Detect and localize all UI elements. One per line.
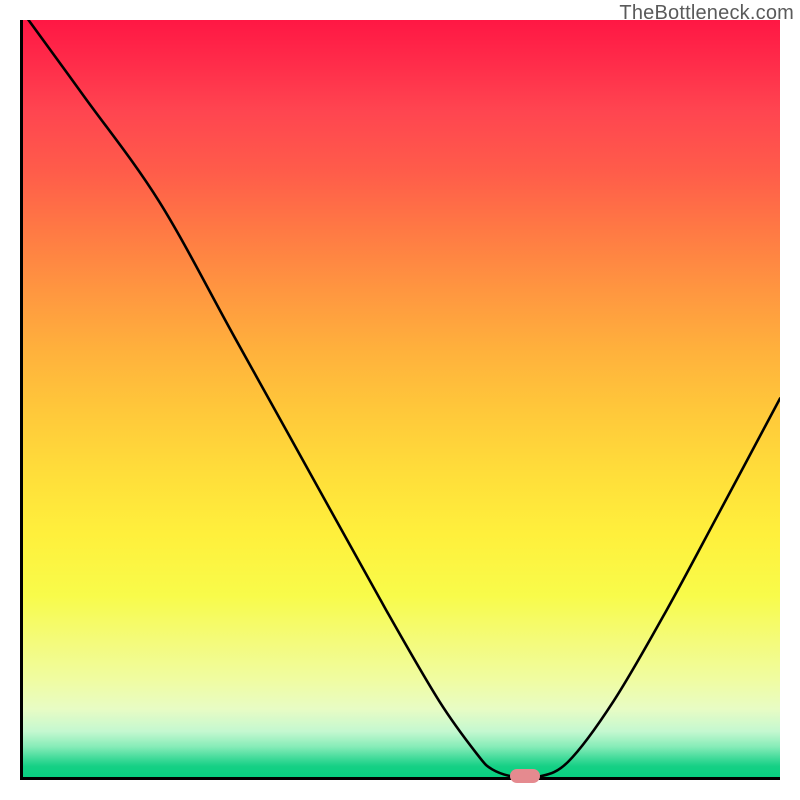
plot-area — [20, 20, 780, 780]
optimal-marker — [510, 769, 540, 783]
bottleneck-curve — [23, 20, 780, 777]
curve-svg — [23, 20, 780, 777]
chart-container: TheBottleneck.com — [0, 0, 800, 800]
